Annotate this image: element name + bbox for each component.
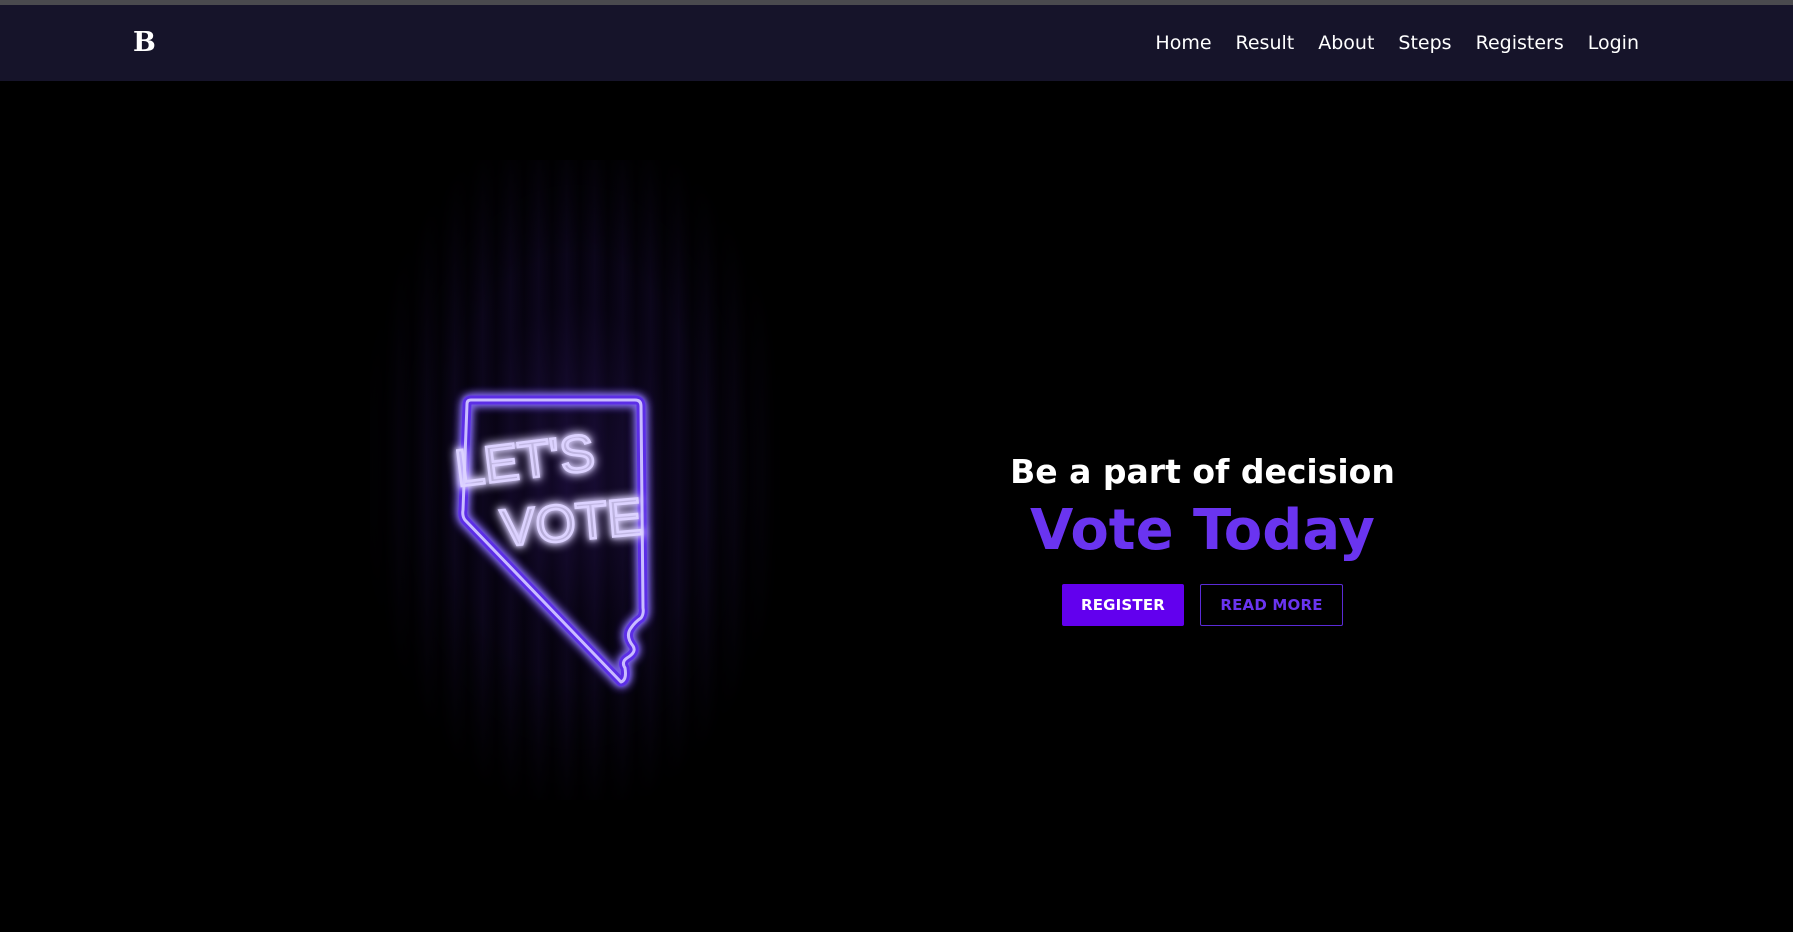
navbar: B Home Result About Steps Registers Logi… — [0, 5, 1793, 81]
hero-text-block: Be a part of decision Vote Today REGISTE… — [1000, 450, 1405, 626]
brand-logo[interactable]: B — [133, 26, 156, 60]
hero-tagline: Be a part of decision — [1010, 452, 1395, 491]
hero-button-row: REGISTER READ MORE — [1000, 584, 1405, 626]
nav-links: Home Result About Steps Registers Login — [1131, 5, 1639, 81]
nav-link-about[interactable]: About — [1318, 32, 1374, 54]
read-more-button[interactable]: READ MORE — [1200, 584, 1343, 626]
neon-text-vote: VOTE — [498, 488, 644, 558]
nav-link-home[interactable]: Home — [1155, 32, 1211, 54]
nav-link-login[interactable]: Login — [1588, 32, 1639, 54]
hero-section — [0, 81, 1793, 932]
nav-link-result[interactable]: Result — [1236, 32, 1295, 54]
nav-link-steps[interactable]: Steps — [1398, 32, 1451, 54]
lets-vote-neon-sign: LET'S VOTE — [451, 395, 648, 687]
neon-text-lets: LET'S — [452, 424, 598, 499]
hero-headline: Vote Today — [1030, 498, 1375, 563]
nav-link-registers[interactable]: Registers — [1476, 32, 1564, 54]
register-button[interactable]: REGISTER — [1062, 584, 1184, 626]
